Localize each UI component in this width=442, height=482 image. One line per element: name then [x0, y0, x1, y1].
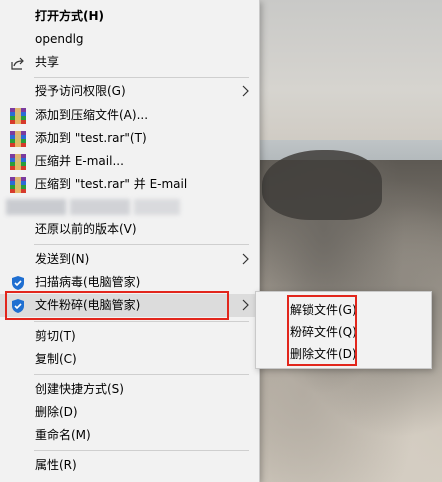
chevron-right-icon	[241, 253, 249, 265]
menu-item-add-to-test-rar[interactable]: 添加到 "test.rar"(T)	[0, 127, 259, 150]
menu-separator	[34, 374, 249, 375]
menu-item-open-with[interactable]: 打开方式(H)	[0, 5, 259, 28]
menu-separator	[34, 321, 249, 322]
menu-separator	[34, 244, 249, 245]
menu-item-label: 删除(D)	[35, 405, 78, 419]
shield-icon	[10, 275, 26, 291]
chevron-right-icon	[241, 299, 249, 311]
highlight-box	[5, 291, 229, 320]
menu-separator	[34, 77, 249, 78]
menu-item-label: 授予访问权限(G)	[35, 84, 126, 98]
context-menu: 打开方式(H) opendlg 共享 授予访问权限(G) 添加到压缩文件(A).…	[0, 0, 260, 482]
winrar-icon	[10, 154, 26, 170]
menu-item-label: 添加到压缩文件(A)...	[35, 108, 149, 122]
menu-item-compress-email[interactable]: 压缩并 E-mail...	[0, 150, 259, 173]
menu-separator	[34, 450, 249, 451]
blurred-item-segment	[134, 199, 180, 215]
share-icon	[10, 55, 26, 71]
menu-item-label: 剪切(T)	[35, 329, 76, 343]
menu-item-label: 还原以前的版本(V)	[35, 222, 137, 236]
menu-item-create-shortcut[interactable]: 创建快捷方式(S)	[0, 378, 259, 401]
menu-item-grant-access[interactable]: 授予访问权限(G)	[0, 80, 259, 103]
menu-item-label: 属性(R)	[35, 458, 77, 472]
menu-item-label: 重命名(M)	[35, 428, 91, 442]
menu-item-opendlg[interactable]: opendlg	[0, 28, 259, 51]
blurred-item-segment	[6, 199, 66, 215]
menu-item-compress-test-rar-email[interactable]: 压缩到 "test.rar" 并 E-mail	[0, 173, 259, 196]
winrar-icon	[10, 177, 26, 193]
menu-item-rename[interactable]: 重命名(M)	[0, 424, 259, 447]
menu-item-properties[interactable]: 属性(R)	[0, 454, 259, 477]
menu-item-label: 打开方式(H)	[35, 9, 105, 23]
menu-item-share[interactable]: 共享	[0, 51, 259, 74]
menu-item-label: 复制(C)	[35, 352, 77, 366]
menu-item-add-to-archive[interactable]: 添加到压缩文件(A)...	[0, 104, 259, 127]
blurred-item-segment	[70, 199, 130, 215]
menu-item-delete[interactable]: 删除(D)	[0, 401, 259, 424]
menu-item-label: 压缩到 "test.rar" 并 E-mail	[35, 177, 188, 191]
menu-item-send-to[interactable]: 发送到(N)	[0, 248, 259, 271]
background-dark-rock	[262, 150, 382, 220]
winrar-icon	[10, 108, 26, 124]
menu-item-label: 创建快捷方式(S)	[35, 382, 124, 396]
menu-item-cut[interactable]: 剪切(T)	[0, 325, 259, 348]
menu-item-copy[interactable]: 复制(C)	[0, 348, 259, 371]
menu-item-restore-previous[interactable]: 还原以前的版本(V)	[0, 218, 259, 241]
file-shred-submenu: 解锁文件(G) 粉碎文件(Q) 删除文件(D)	[255, 291, 432, 369]
menu-item-label: opendlg	[35, 32, 84, 46]
menu-item-label: 共享	[35, 55, 60, 69]
highlight-box	[287, 295, 357, 366]
winrar-icon	[10, 131, 26, 147]
chevron-right-icon	[241, 85, 249, 97]
menu-item-label: 发送到(N)	[35, 252, 90, 266]
menu-item-label: 添加到 "test.rar"(T)	[35, 131, 147, 145]
menu-item-label: 压缩并 E-mail...	[35, 154, 124, 168]
